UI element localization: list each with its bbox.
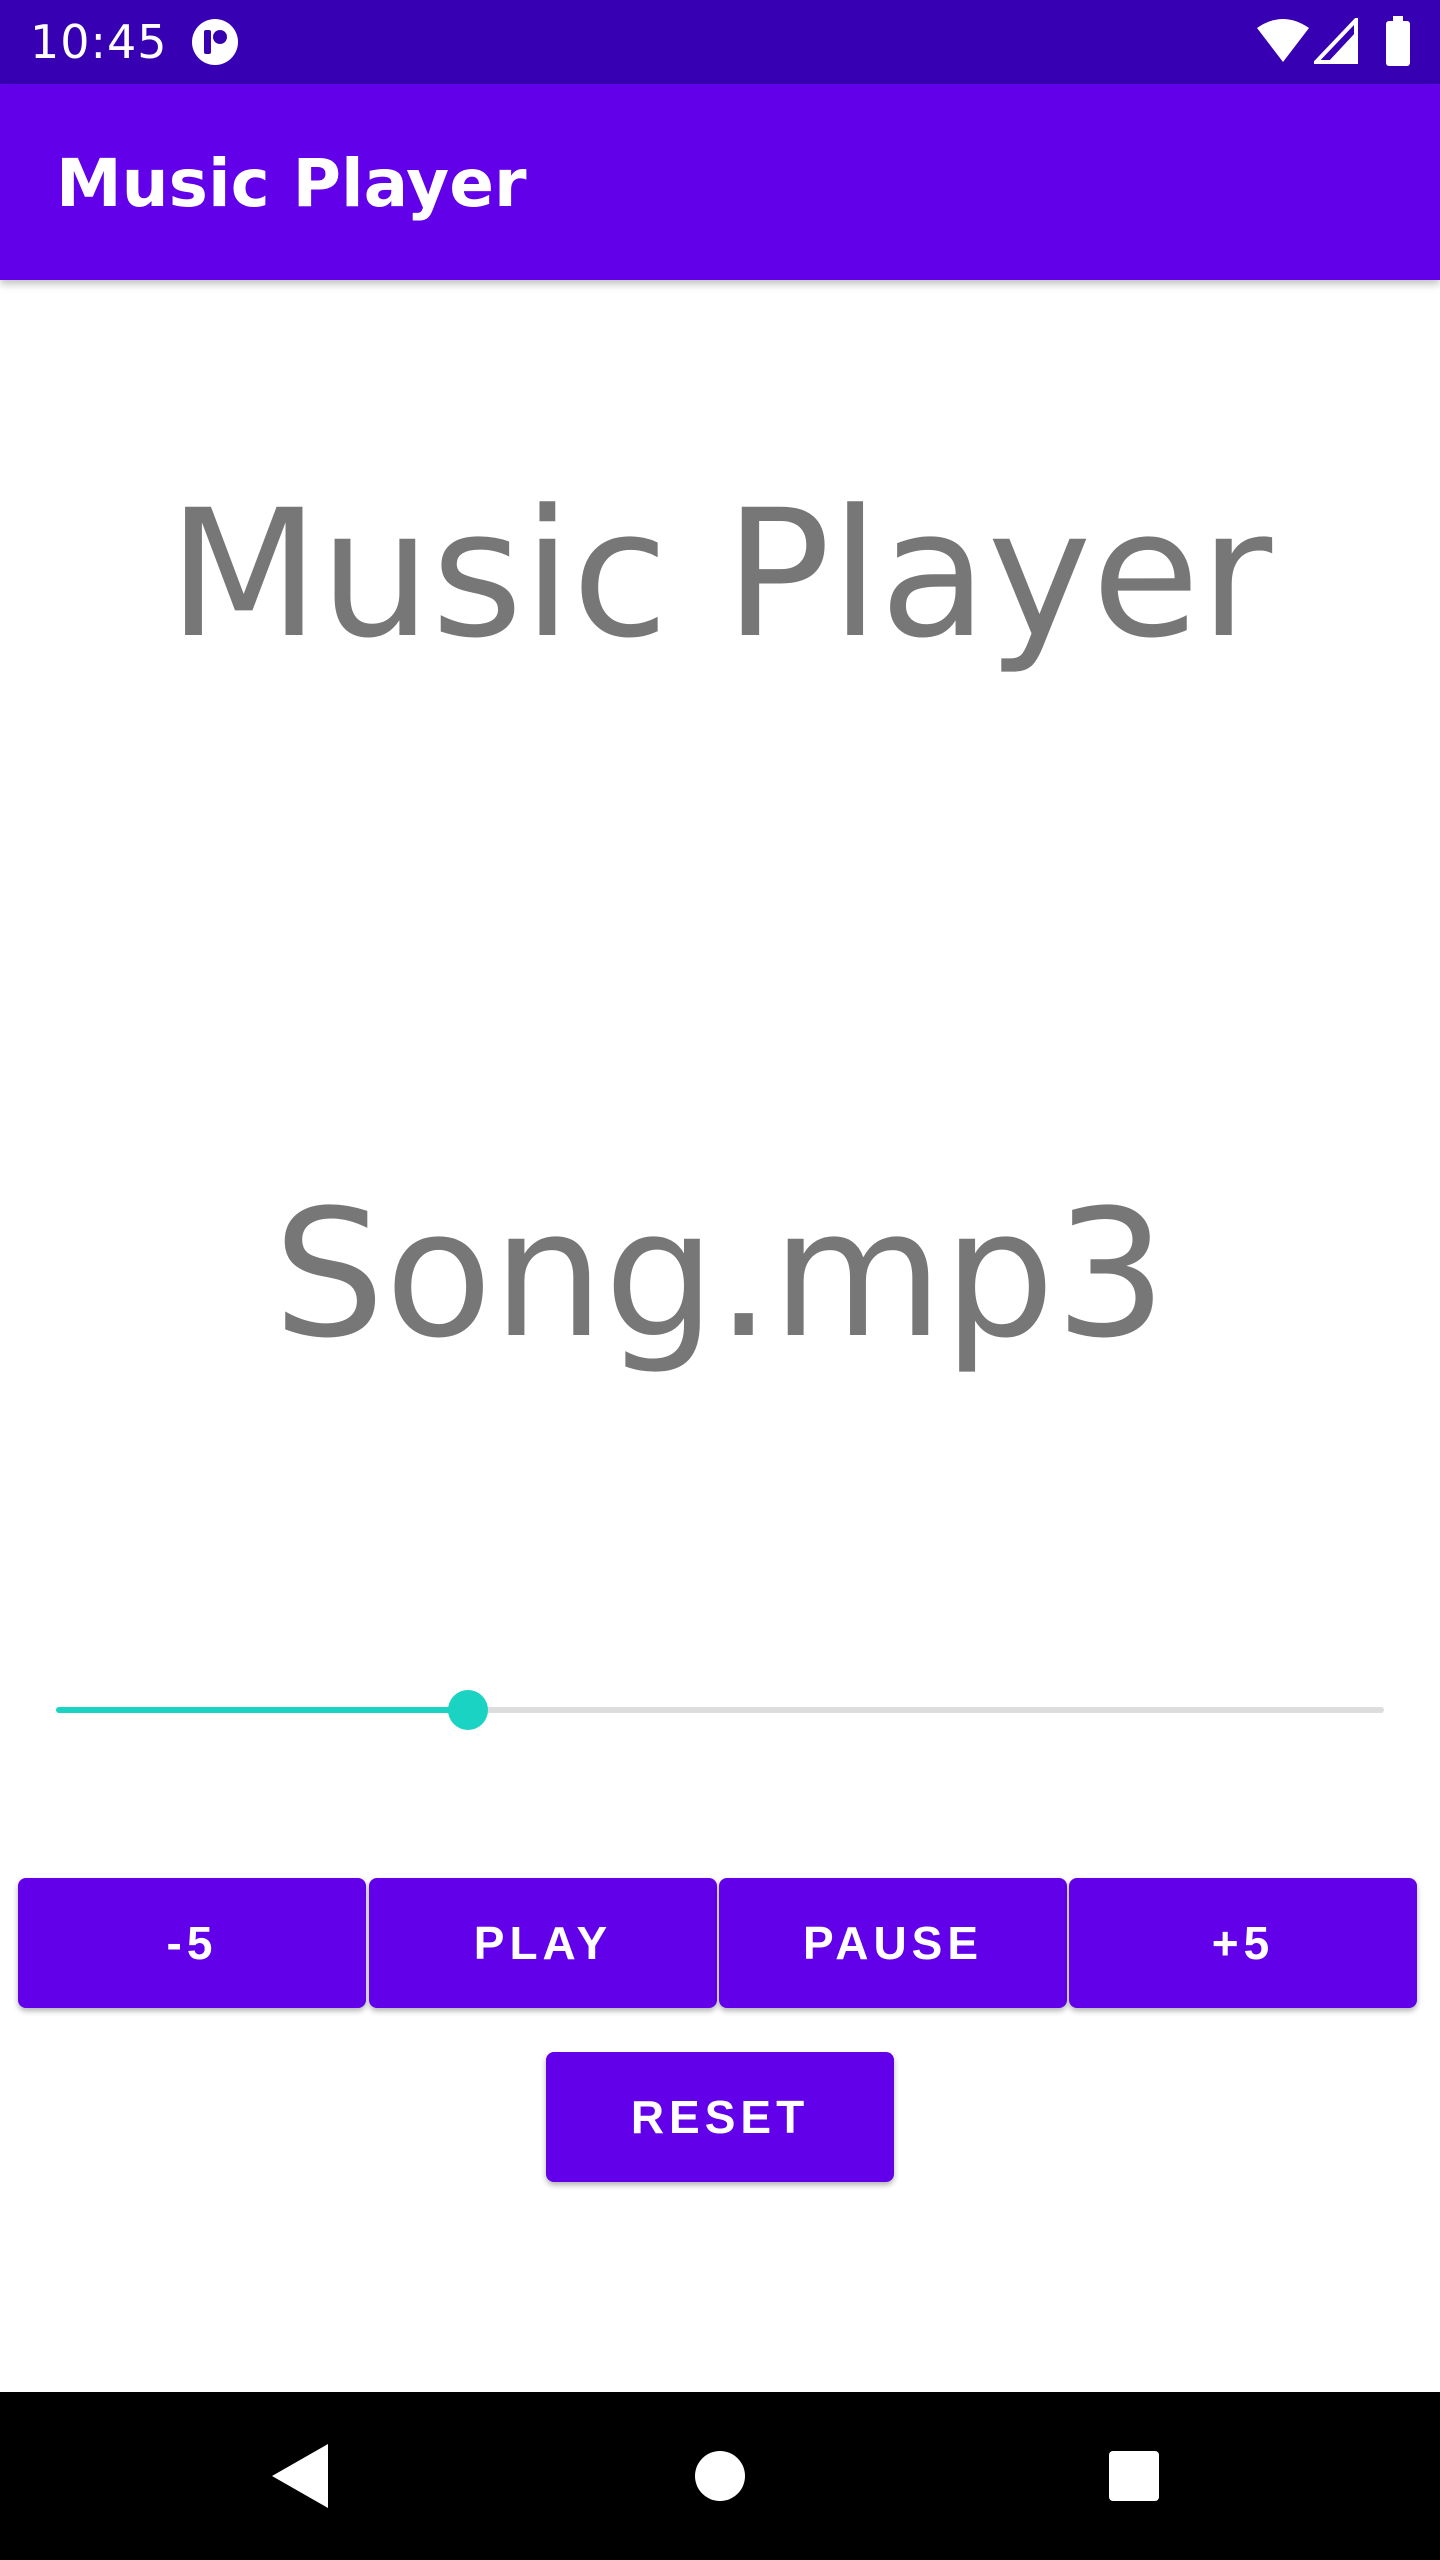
play-button[interactable]: PLAY — [369, 1878, 717, 2008]
reset-button[interactable]: RESET — [546, 2052, 894, 2182]
battery-icon — [1386, 16, 1410, 66]
seek-progress — [56, 1707, 468, 1713]
app-notification-icon — [192, 19, 238, 65]
status-bar: 10:45 — [0, 0, 1440, 84]
home-icon[interactable] — [694, 2450, 746, 2502]
app-bar: Music Player — [0, 84, 1440, 280]
status-time: 10:45 — [30, 15, 168, 69]
wifi-icon — [1257, 19, 1309, 62]
recents-icon[interactable] — [1108, 2450, 1160, 2502]
seek-bar[interactable] — [56, 1690, 1384, 1730]
pause-button[interactable]: PAUSE — [719, 1878, 1067, 2008]
seek-thumb[interactable] — [447, 1690, 488, 1730]
app-bar-title: Music Player — [56, 145, 527, 222]
page-heading: Music Player — [167, 472, 1273, 677]
forward-5-button[interactable]: +5 — [1069, 1878, 1417, 2008]
song-title: Song.mp3 — [273, 1172, 1167, 1377]
navigation-bar — [0, 2392, 1440, 2560]
rewind-5-button[interactable]: -5 — [18, 1878, 366, 2008]
cellular-signal-icon — [1314, 18, 1358, 64]
back-icon[interactable] — [270, 2442, 330, 2510]
